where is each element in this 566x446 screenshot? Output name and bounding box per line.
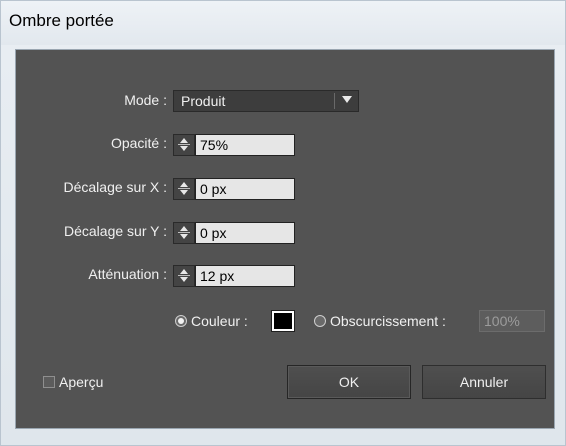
stepper-divider bbox=[178, 144, 190, 145]
stepper-down-icon bbox=[180, 234, 188, 239]
blur-input[interactable]: 12 px bbox=[195, 265, 295, 287]
stepper-down-icon bbox=[180, 146, 188, 151]
ok-button[interactable]: OK bbox=[287, 365, 411, 399]
stepper-down-icon bbox=[180, 190, 188, 195]
offset-x-input[interactable]: 0 px bbox=[195, 178, 295, 200]
mode-label: Mode : bbox=[124, 92, 167, 108]
darkness-input[interactable]: 100% bbox=[479, 310, 545, 332]
stepper-down-icon bbox=[180, 277, 188, 282]
radio-selected-dot bbox=[178, 318, 184, 324]
color-label: Couleur : bbox=[191, 313, 248, 329]
blur-value: 12 px bbox=[200, 268, 235, 284]
shadow-color-swatch[interactable] bbox=[271, 310, 295, 332]
stepper-up-icon bbox=[180, 269, 188, 274]
offset-x-value: 0 px bbox=[200, 181, 227, 197]
opacity-stepper[interactable] bbox=[173, 134, 195, 156]
opacity-value: 75% bbox=[200, 137, 229, 153]
stepper-up-icon bbox=[180, 138, 188, 143]
cancel-button[interactable]: Annuler bbox=[422, 365, 546, 399]
blur-label: Atténuation : bbox=[88, 266, 167, 282]
mode-selected-value: Produit bbox=[181, 93, 226, 109]
stepper-divider bbox=[178, 232, 190, 233]
offset-x-label: Décalage sur X : bbox=[63, 179, 168, 195]
chevron-down-icon bbox=[342, 96, 352, 103]
stepper-divider bbox=[178, 188, 190, 189]
color-radio[interactable] bbox=[175, 315, 187, 327]
preview-checkbox[interactable] bbox=[43, 376, 55, 388]
dropdown-separator bbox=[334, 93, 335, 109]
offset-y-input[interactable]: 0 px bbox=[195, 222, 295, 244]
offset-y-stepper[interactable] bbox=[173, 222, 195, 244]
dialog-title: Ombre portée bbox=[9, 11, 114, 30]
blur-stepper[interactable] bbox=[173, 265, 195, 287]
stepper-divider bbox=[178, 275, 190, 276]
opacity-label: Opacité : bbox=[110, 135, 167, 151]
darkness-label: Obscurcissement : bbox=[330, 313, 446, 329]
drop-shadow-dialog: Ombre portée Mode : Produit Opacité : 75… bbox=[0, 0, 566, 446]
swatch-fill bbox=[274, 313, 292, 329]
mode-dropdown[interactable]: Produit bbox=[173, 90, 359, 112]
stepper-up-icon bbox=[180, 226, 188, 231]
darkness-value: 100% bbox=[484, 313, 520, 329]
opacity-input[interactable]: 75% bbox=[195, 134, 295, 156]
offset-y-label: Décalage sur Y : bbox=[64, 223, 167, 239]
preview-label: Aperçu bbox=[59, 374, 104, 390]
stepper-up-icon bbox=[180, 182, 188, 187]
offset-y-value: 0 px bbox=[200, 225, 227, 241]
title-bar[interactable]: Ombre portée bbox=[1, 1, 565, 45]
darkness-radio[interactable] bbox=[314, 315, 326, 327]
offset-x-stepper[interactable] bbox=[173, 178, 195, 200]
